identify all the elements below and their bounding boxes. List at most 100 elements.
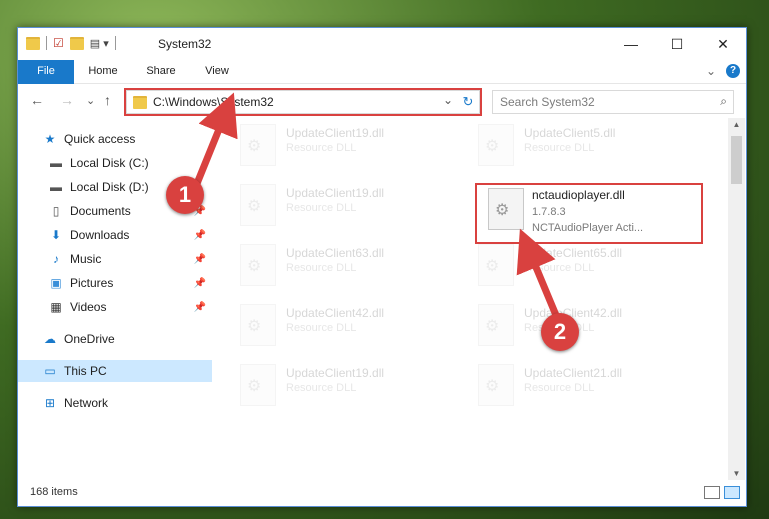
gear-icon: ⚙ xyxy=(485,378,500,395)
ribbon-tabs: File Home Share View ⌄ ? xyxy=(18,60,746,110)
sidebar-item-label: Pictures xyxy=(70,276,114,290)
sidebar-item-label: Local Disk (C:) xyxy=(70,156,149,170)
sidebar-item-network[interactable]: ⊞ Network xyxy=(18,392,212,414)
pin-icon[interactable]: 📌 xyxy=(194,278,206,289)
list-item[interactable]: ⚙ UpdateClient19.dll Resource DLL xyxy=(230,120,460,170)
gear-icon: ⚙ xyxy=(247,198,262,215)
download-icon: ⬇ xyxy=(50,228,62,242)
file-name: UpdateClient42.dll xyxy=(286,306,385,320)
back-button[interactable]: ← xyxy=(30,92,44,108)
file-name: UpdateClient19.dll xyxy=(286,366,385,380)
status-bar: 168 items xyxy=(18,480,746,506)
sidebar-item-music[interactable]: ♪ Music 📌 xyxy=(18,248,212,270)
cloud-icon: ☁ xyxy=(44,332,56,346)
tab-home[interactable]: Home xyxy=(78,60,128,83)
search-input[interactable]: Search System32 xyxy=(500,95,595,109)
tab-share[interactable]: Share xyxy=(138,60,184,83)
recent-locations-button[interactable]: ⌄ xyxy=(86,94,95,107)
pictures-icon: ▣ xyxy=(50,276,62,290)
gear-icon: ⚙ xyxy=(247,138,262,155)
view-switcher xyxy=(704,486,740,499)
file-type: Resource DLL xyxy=(286,382,357,394)
star-icon: ★ xyxy=(44,132,56,146)
videos-icon: ▦ xyxy=(50,300,62,314)
list-item[interactable]: ⚙ UpdateClient19.dll Resource DLL xyxy=(230,360,460,410)
gear-icon: ⚙ xyxy=(247,378,262,395)
sidebar-item-label: OneDrive xyxy=(64,332,115,346)
file-name: UpdateClient5.dll xyxy=(524,126,616,140)
close-button[interactable]: ✕ xyxy=(700,28,746,60)
minimize-button[interactable]: — xyxy=(608,28,654,60)
list-item[interactable]: ⚙ UpdateClient5.dll Resource DLL xyxy=(468,120,698,170)
new-folder-icon[interactable] xyxy=(69,36,84,50)
list-item[interactable]: ⚙ UpdateClient42.dll Resource DLL xyxy=(230,300,460,350)
sidebar-item-onedrive[interactable]: ☁ OneDrive xyxy=(18,328,212,350)
list-item[interactable]: ⚙ UpdateClient42.dll Resource DLL xyxy=(468,300,698,350)
file-highlight-box xyxy=(475,183,703,244)
sidebar-item-label: Music xyxy=(70,252,102,266)
sidebar-item-local-disk-c[interactable]: ▬ Local Disk (C:) xyxy=(18,152,212,174)
file-list: ⚙ UpdateClient19.dll Resource DLL ⚙ Upda… xyxy=(230,120,728,478)
sidebar-item-downloads[interactable]: ⬇ Downloads 📌 xyxy=(18,224,212,246)
gear-icon: ⚙ xyxy=(247,258,262,275)
list-item[interactable]: ⚙ UpdateClient65.dll Resource DLL xyxy=(468,240,698,290)
sidebar-item-videos[interactable]: ▦ Videos 📌 xyxy=(18,296,212,318)
tab-view[interactable]: View xyxy=(194,60,240,83)
title-bar: ☑ ▤ ▾ System32 — ☐ ✕ xyxy=(18,28,746,60)
computer-icon: ▭ xyxy=(44,364,56,378)
scroll-down-icon[interactable]: ▼ xyxy=(728,469,745,478)
pin-icon[interactable]: 📌 xyxy=(194,302,206,313)
window-controls: — ☐ ✕ xyxy=(608,28,746,60)
sidebar-item-label: Documents xyxy=(70,204,131,218)
drive-icon: ▬ xyxy=(50,156,62,170)
sidebar-item-this-pc[interactable]: ▭ This PC xyxy=(18,360,212,382)
list-item[interactable]: ⚙ UpdateClient19.dll Resource DLL xyxy=(230,180,460,230)
sidebar-item-label: Downloads xyxy=(70,228,130,242)
list-item[interactable]: ⚙ UpdateClient21.dll Resource DLL xyxy=(468,360,698,410)
file-type: Resource DLL xyxy=(286,262,357,274)
file-name: UpdateClient21.dll xyxy=(524,366,623,380)
gear-icon: ⚙ xyxy=(485,318,500,335)
large-icons-view-icon[interactable] xyxy=(724,486,740,499)
ribbon-right-controls: ⌄ ? xyxy=(706,64,740,78)
scroll-up-icon[interactable]: ▲ xyxy=(728,120,745,129)
gear-icon: ⚙ xyxy=(485,258,500,275)
drive-icon: ▬ xyxy=(50,180,62,194)
expand-ribbon-icon[interactable]: ⌄ xyxy=(706,64,716,78)
pin-icon[interactable]: 📌 xyxy=(194,254,206,265)
sidebar-item-quick-access[interactable]: ★ Quick access xyxy=(18,128,212,150)
sidebar-item-label: Network xyxy=(64,396,109,410)
file-name: UpdateClient19.dll xyxy=(286,186,385,200)
file-type: Resource DLL xyxy=(286,322,357,334)
properties-icon[interactable]: ☑ xyxy=(53,36,64,50)
divider xyxy=(46,36,47,50)
callout-one: 1 xyxy=(166,176,204,214)
list-item[interactable]: ⚙ UpdateClient63.dll Resource DLL xyxy=(230,240,460,290)
forward-button[interactable]: → xyxy=(60,92,74,108)
address-highlight-box xyxy=(124,88,482,116)
sidebar-item-label: Local Disk (D:) xyxy=(70,180,149,194)
search-icon[interactable]: ⌕ xyxy=(720,94,727,109)
explorer-window: ☑ ▤ ▾ System32 — ☐ ✕ File Home Share Vie… xyxy=(17,27,747,507)
quick-access-toolbar: ☑ ▤ ▾ xyxy=(26,36,116,50)
search-box[interactable]: Search System32 ⌕ xyxy=(492,90,734,114)
file-type: Resource DLL xyxy=(524,142,595,154)
details-view-icon[interactable] xyxy=(704,486,720,499)
music-icon: ♪ xyxy=(53,252,59,266)
pin-icon[interactable]: 📌 xyxy=(194,230,206,241)
sidebar-item-label: This PC xyxy=(64,364,107,378)
maximize-button[interactable]: ☐ xyxy=(654,28,700,60)
file-type: Resource DLL xyxy=(524,382,595,394)
gear-icon: ⚙ xyxy=(485,138,500,155)
sidebar-item-pictures[interactable]: ▣ Pictures 📌 xyxy=(18,272,212,294)
file-type: Resource DLL xyxy=(286,142,357,154)
vertical-scrollbar[interactable]: ▲ ▼ xyxy=(728,118,745,480)
file-type: Resource DLL xyxy=(286,202,357,214)
help-icon[interactable]: ? xyxy=(726,64,740,78)
folder-icon xyxy=(26,36,40,50)
callout-two: 2 xyxy=(541,313,579,351)
scroll-thumb[interactable] xyxy=(731,136,742,184)
customize-toolbar-icon[interactable]: ▤ ▾ xyxy=(90,37,109,50)
up-button[interactable]: ↑ xyxy=(104,92,111,108)
sidebar-item-label: Quick access xyxy=(64,132,136,146)
